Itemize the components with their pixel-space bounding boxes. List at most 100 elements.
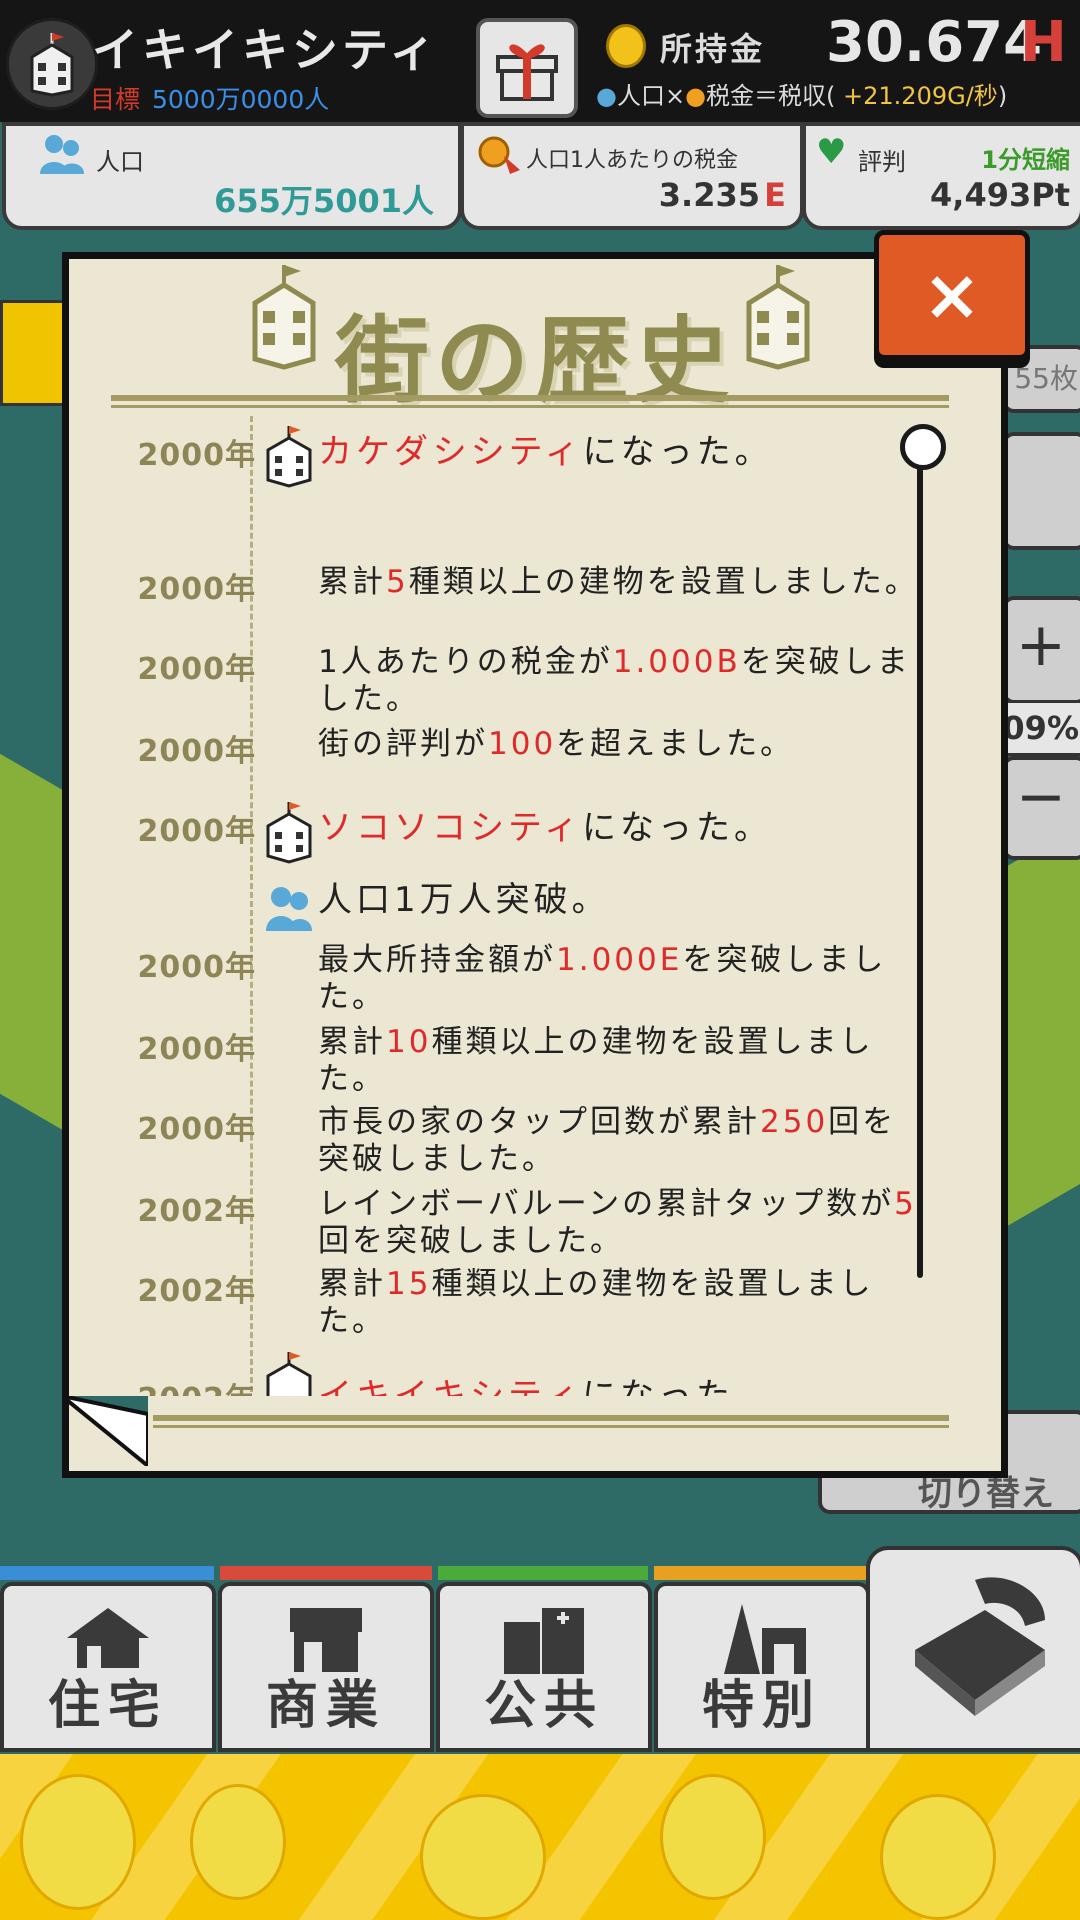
tax-value: 3.235 <box>658 176 760 214</box>
event-banner-left[interactable] <box>0 300 66 406</box>
ticket-count: 55枚 <box>1014 362 1078 395</box>
scrollbar-thumb[interactable] <box>900 424 946 470</box>
entry-highlight: 5 <box>894 1186 916 1222</box>
entry-text-post: になった。 <box>581 1376 772 1397</box>
reputation-stat[interactable]: ♥ 評判 1分短縮 4,493Pt <box>802 122 1080 230</box>
telephone-icon <box>915 1577 1045 1716</box>
tax-icon: ● <box>685 82 707 110</box>
entry-year: 2000年 <box>137 950 256 985</box>
zoom-level: 09% <box>998 700 1080 756</box>
tax-stat[interactable]: 人口1人あたりの税金 3.235 E <box>460 122 804 230</box>
entry-text-pre: 最大所持金額が <box>318 942 556 978</box>
close-button[interactable]: × <box>874 230 1030 360</box>
entry-year: 2000年 <box>137 572 256 607</box>
entry-year: 2000年 <box>137 438 256 473</box>
entry-year: 2000年 <box>137 1032 256 1067</box>
zoom-in-button[interactable]: + <box>1002 596 1080 704</box>
balloon-icon <box>190 1784 286 1900</box>
formula-text2: 税金＝税収( <box>706 82 836 110</box>
tab-special[interactable]: 特別 <box>654 1582 870 1752</box>
entry-highlight: 250 <box>760 1104 829 1140</box>
reputation-label: 評判 <box>858 148 906 176</box>
entry-highlight: ソコソコシティ <box>318 808 582 848</box>
public-stripe <box>438 1566 648 1580</box>
money-label: 所持金 <box>660 30 766 68</box>
entry-highlight: 100 <box>488 726 557 762</box>
people-icon <box>266 887 312 931</box>
reputation-badge: 1分短縮 <box>981 146 1070 174</box>
entry-text-pre: 累計 <box>318 1266 386 1302</box>
money-value: 30.674 <box>826 10 1043 75</box>
tab-residential-label: 住宅 <box>47 1676 168 1736</box>
phone-button[interactable] <box>866 1546 1080 1752</box>
entry-text-pre: 街の評判が <box>318 726 488 762</box>
entry-text-pre: 市長の家のタップ回数が累計 <box>318 1104 760 1140</box>
tax-formula: ●人口×●税金＝税収( +21.209G/秒) <box>596 76 1007 111</box>
locate-button[interactable] <box>1002 432 1080 550</box>
history-list[interactable]: 2000年 カケダシシティになった。 2000年 累計5種類以上の建物を設置しま… <box>66 414 916 1396</box>
entry-year: 2000年 <box>137 814 256 849</box>
formula-close: ) <box>997 82 1008 110</box>
city-hall-icon[interactable] <box>6 18 98 110</box>
entry-text: 最大所持金額が1.000Eを突破しました。 <box>318 942 916 1016</box>
tab-commercial-label: 商業 <box>265 1676 386 1736</box>
close-icon: × <box>922 254 982 336</box>
entry-text-post: 種類以上の建物を設置しました。 <box>408 564 916 600</box>
entry-highlight: 15 <box>386 1266 432 1302</box>
zoom-out-button[interactable]: − <box>1002 756 1080 860</box>
tab-commercial[interactable]: 商業 <box>218 1582 434 1752</box>
entry-text: 市長の家のタップ回数が累計250回を突破しました。 <box>318 1104 916 1178</box>
entry-text: 1人あたりの税金が1.000Bを突破しました。 <box>318 644 916 718</box>
entry-highlight: 5 <box>386 564 409 600</box>
tab-public[interactable]: 公共 <box>436 1582 652 1752</box>
entry-highlight: 1.000E <box>556 942 683 978</box>
commercial-stripe <box>220 1566 432 1580</box>
entry-text-pre: レインボーバルーンの累計タップ数が <box>318 1186 895 1222</box>
city-hall-icon <box>266 1352 312 1396</box>
tab-special-label: 特別 <box>701 1676 822 1736</box>
gift-icon <box>496 44 558 101</box>
population-stat[interactable]: 人口 655万5001人 <box>2 122 462 230</box>
scrollbar-track[interactable] <box>917 440 923 1278</box>
goal-label: 目標 <box>90 85 141 114</box>
zoom-text: 09% <box>1002 709 1079 747</box>
balloon-icon <box>880 1794 996 1920</box>
ad-banner[interactable] <box>0 1754 1080 1920</box>
formula-text: 人口× <box>616 82 686 110</box>
tax-unit: E <box>764 176 786 214</box>
entry-text: 人口1万人突破。 <box>318 880 610 920</box>
entry-year: 2000年 <box>137 1112 256 1147</box>
entry-text-post: になった。 <box>581 808 772 848</box>
entry-text: 街の評判が100を超えました。 <box>318 726 916 763</box>
city-name: イキイキシティ <box>92 23 440 77</box>
gift-button[interactable] <box>476 18 578 118</box>
reputation-value: 4,493Pt <box>930 176 1070 214</box>
tab-residential[interactable]: 住宅 <box>0 1582 216 1752</box>
entry-year: 2002年 <box>126 1374 256 1396</box>
entry-text-pre: 累計 <box>318 1024 386 1060</box>
minus-icon: − <box>1015 762 1066 832</box>
money-unit: H <box>1020 10 1067 75</box>
entry-year: 2002年 <box>137 1194 256 1229</box>
entry-text: 累計15種類以上の建物を設置しました。 <box>318 1266 916 1340</box>
entry-year: 2002年 <box>137 1274 256 1309</box>
entry-year: 2000年 <box>137 734 256 769</box>
special-stripe <box>654 1566 866 1580</box>
title-rule <box>111 395 949 401</box>
tax-label: 人口1人あたりの税金 <box>526 148 738 173</box>
coin-icon <box>606 24 646 68</box>
entry-text: カケダシシティになった。 <box>318 434 916 471</box>
entry-text: レインボーバルーンの累計タップ数が5 回を突破しました。 <box>318 1186 916 1260</box>
entry-text: 累計10種類以上の建物を設置しました。 <box>318 1024 916 1098</box>
city-hall-icon <box>266 426 312 488</box>
entry-text-post: 回を突破しました。 <box>318 1223 624 1259</box>
entry-highlight: イキイキシティ <box>318 1376 582 1397</box>
income-rate: +21.209G/秒 <box>843 82 998 110</box>
heart-icon: ♥ <box>816 132 847 172</box>
entry-year: 2000年 <box>137 652 256 687</box>
people-icon: ● <box>596 82 617 110</box>
entry-text-pre: 累計 <box>318 564 386 600</box>
bottom-rule-thin <box>153 1425 949 1428</box>
title-house-icon <box>746 265 810 370</box>
entry-text-pre: 1人あたりの税金が <box>318 644 613 680</box>
